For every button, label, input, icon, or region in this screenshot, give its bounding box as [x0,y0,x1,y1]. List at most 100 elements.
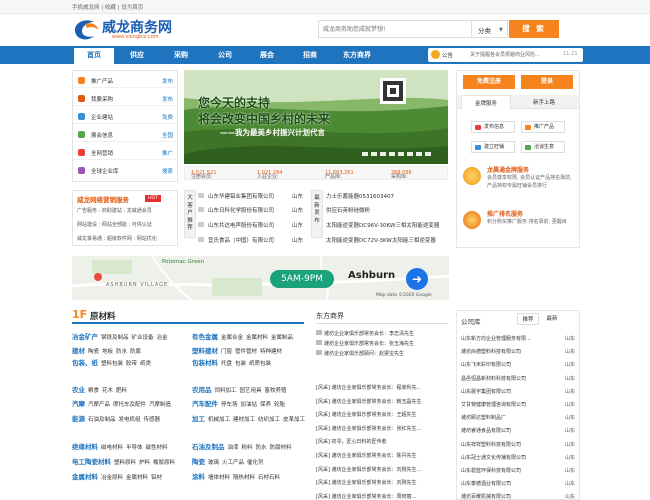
category-key[interactable]: 塑料建材 [192,347,218,355]
category-link[interactable]: 畜牧养殖 [265,388,287,394]
negotiate-button[interactable]: 洽谈生意 [521,141,565,153]
category-link[interactable]: 轮胎 [274,402,285,408]
search-button[interactable]: 搜 索 [509,20,559,38]
category-link[interactable]: 管件管材 [235,349,257,355]
category-link[interactable]: 金属材料 [126,475,148,481]
company-name[interactable]: 艾甘斐健康管理咨询有限公司 [461,402,526,408]
category-link[interactable]: 金属材料 [246,335,268,341]
company-row[interactable]: 潍坊百耀机械有限公司 山东 [461,493,575,500]
left-menu-item[interactable]: 企业建站 免费 [73,109,177,124]
news-row[interactable]: [风采] 潍坊企业家俱乐部常务会长：刘刚先生... [316,466,421,473]
news-row[interactable]: [风采] 潍坊企业家俱乐部常务会长：程家利先... [316,384,421,391]
news-row[interactable]: [风采] 潍坊企业家俱乐部常务会长：陈丹先生 [316,452,417,459]
category-key[interactable]: 建材 [72,347,85,355]
company-row[interactable]: 潍坊睿通食品有限公司 山东 [461,427,575,434]
login-button[interactable]: 登录 [521,75,573,89]
nav-east-business[interactable]: 东方商界 [333,46,381,64]
category-link[interactable]: 停车场 [221,402,238,408]
category-key[interactable]: 冶金矿产 [72,333,98,341]
category-key[interactable]: 农用品 [192,386,212,394]
category-link[interactable]: 汽摩产品 [88,402,110,408]
main-banner[interactable]: 您今天的支持 将会改变中国乡村的未来 ——我为最美乡村振兴计划代言 [184,70,448,164]
company-name[interactable]: 潍坊百耀机械有限公司 [461,494,511,500]
promo-row[interactable]: 广告服务 : 商助建站 : 龙威通会员 [77,207,152,214]
company-row[interactable]: 山东碧蓝环保科技有限公司 山东 [461,467,575,474]
company-name[interactable]: 潍坊睿通食品有限公司 [461,428,511,434]
category-key[interactable]: 绝缘材料 [72,443,98,451]
category-link[interactable]: 冶金 [157,335,168,341]
category-link[interactable]: 花木 [102,388,113,394]
category-link[interactable]: 粮食 [88,388,99,394]
left-menu-action[interactable]: 全国 [162,131,173,139]
category-link[interactable]: 炉料 [139,460,150,466]
company-row[interactable]: 山东冠士通文化传播有限公司 山东 [461,454,575,461]
free-register-button[interactable]: 免费注册 [463,75,515,89]
company-row[interactable]: 山东新方向企业管理服务有限... 山东 [461,335,575,342]
company-name[interactable]: 山东碧蓝环保科技有限公司 [461,468,521,474]
category-link[interactable]: 石材石料 [258,475,280,481]
category-key[interactable]: 汽车配件 [192,400,218,408]
left-menu-item[interactable]: 推广产品 发布 [73,73,177,88]
category-link[interactable]: 汽摩制造 [149,402,171,408]
category-link[interactable]: 半导体 [126,445,143,451]
nav-expo[interactable]: 展会 [247,46,287,64]
category-key[interactable]: 加工 [192,415,205,423]
category-key[interactable]: 涂料 [192,473,205,481]
category-link[interactable]: 保养 [260,402,271,408]
promote-product-button[interactable]: 推广产品 [521,121,565,133]
company-name[interactable]: 潍坊颐达塑料制品厂 [461,415,506,421]
category-link[interactable]: 托盘 [221,361,232,367]
notice-text[interactable]: 关于提醒各会员规避商业风险... [470,51,560,58]
category-link[interactable]: 发电机组 [119,417,141,423]
category-link[interactable]: 塑料包装 [101,361,123,367]
category-link[interactable]: 铝材 [151,475,162,481]
nav-purchase[interactable]: 采购 [161,46,201,64]
photo-row[interactable]: 潍坊企业家俱乐部常务会长：张玉海先生 [316,340,414,347]
category-key[interactable]: 有色金属 [192,333,218,341]
category-link[interactable]: 地板 [102,349,113,355]
left-menu-action[interactable]: 发布 [162,77,173,85]
category-link[interactable]: 塑料原料 [114,460,136,466]
tab-newbie[interactable]: 新手上路 [533,98,555,106]
search-category-select[interactable]: 分类 ▼ [472,20,508,38]
ad-map[interactable]: Potomac Green ASHBURN VILLAGE 5AM-9PM As… [72,256,449,300]
company-name[interactable]: 山东冠士通文化传播有限公司 [461,455,526,461]
notice-bar[interactable]: 公告 关于提醒各会员规避商业风险... 11-21 [428,48,583,62]
category-link[interactable]: 隔热材料 [233,475,255,481]
category-key[interactable]: 电工陶瓷材料 [72,458,111,466]
company-name[interactable]: 山东泰德酒业有限公司 [461,481,511,487]
category-link[interactable]: 建材加工 [233,417,255,423]
company-name[interactable]: 潍坊尚德塑料科技有限公司 [461,349,521,355]
category-key[interactable]: 农业 [72,386,85,394]
company-row[interactable]: 山东泰德酒业有限公司 山东 [461,480,575,487]
category-link[interactable]: 纸质包装 [249,361,271,367]
category-link[interactable]: 防水 [116,349,127,355]
news-row[interactable]: [风采] 潍坊企业家俱乐部常务会长：周晓丽... [316,493,416,500]
company-row[interactable]: 潍坊尚德塑料科技有限公司 山东 [461,348,575,355]
category-link[interactable]: 园艺用具 [240,388,262,394]
category-link[interactable]: 玻璃 [208,460,219,466]
category-link[interactable]: 包装 [235,361,246,367]
category-key[interactable]: 汽摩 [72,400,85,408]
category-link[interactable]: 墙体材料 [208,475,230,481]
category-link[interactable]: 金属制品 [271,335,293,341]
news-row[interactable]: [风采] 初寻，匠心日料的匠传者 [316,438,387,445]
company-name[interactable]: 山东飞米彩印有限公司 [461,362,511,368]
left-menu-item[interactable]: 全网营销 推广 [73,145,177,160]
category-key[interactable]: 包装、纸 [72,359,98,367]
category-link[interactable]: 粉料 [242,445,253,451]
category-link[interactable]: 橡胶原料 [153,460,175,466]
category-link[interactable]: 饲料加工 [215,388,237,394]
category-link[interactable]: 防腐材料 [270,445,292,451]
category-key[interactable]: 能源 [72,415,85,423]
company-row[interactable]: 山东飞米彩印有限公司 山东 [461,361,575,368]
left-menu-action[interactable]: 发布 [162,95,173,103]
photo-row[interactable]: 潍坊企业家俱乐部顾问：赵振宝先生 [316,350,404,357]
promo-row[interactable]: 网站建设 : 网站全部能 : 可供认证 [77,221,152,228]
category-key[interactable]: 金属材料 [72,473,98,481]
company-name[interactable]: 昌邑恒昌新材料科技有限公司 [461,376,526,382]
category-link[interactable]: 摩托车及配件 [113,402,146,408]
recommend-tab[interactable]: 大客户推荐 [184,190,196,238]
category-link[interactable]: 石油及制品 [88,417,116,423]
category-link[interactable]: 催化剂 [247,460,264,466]
